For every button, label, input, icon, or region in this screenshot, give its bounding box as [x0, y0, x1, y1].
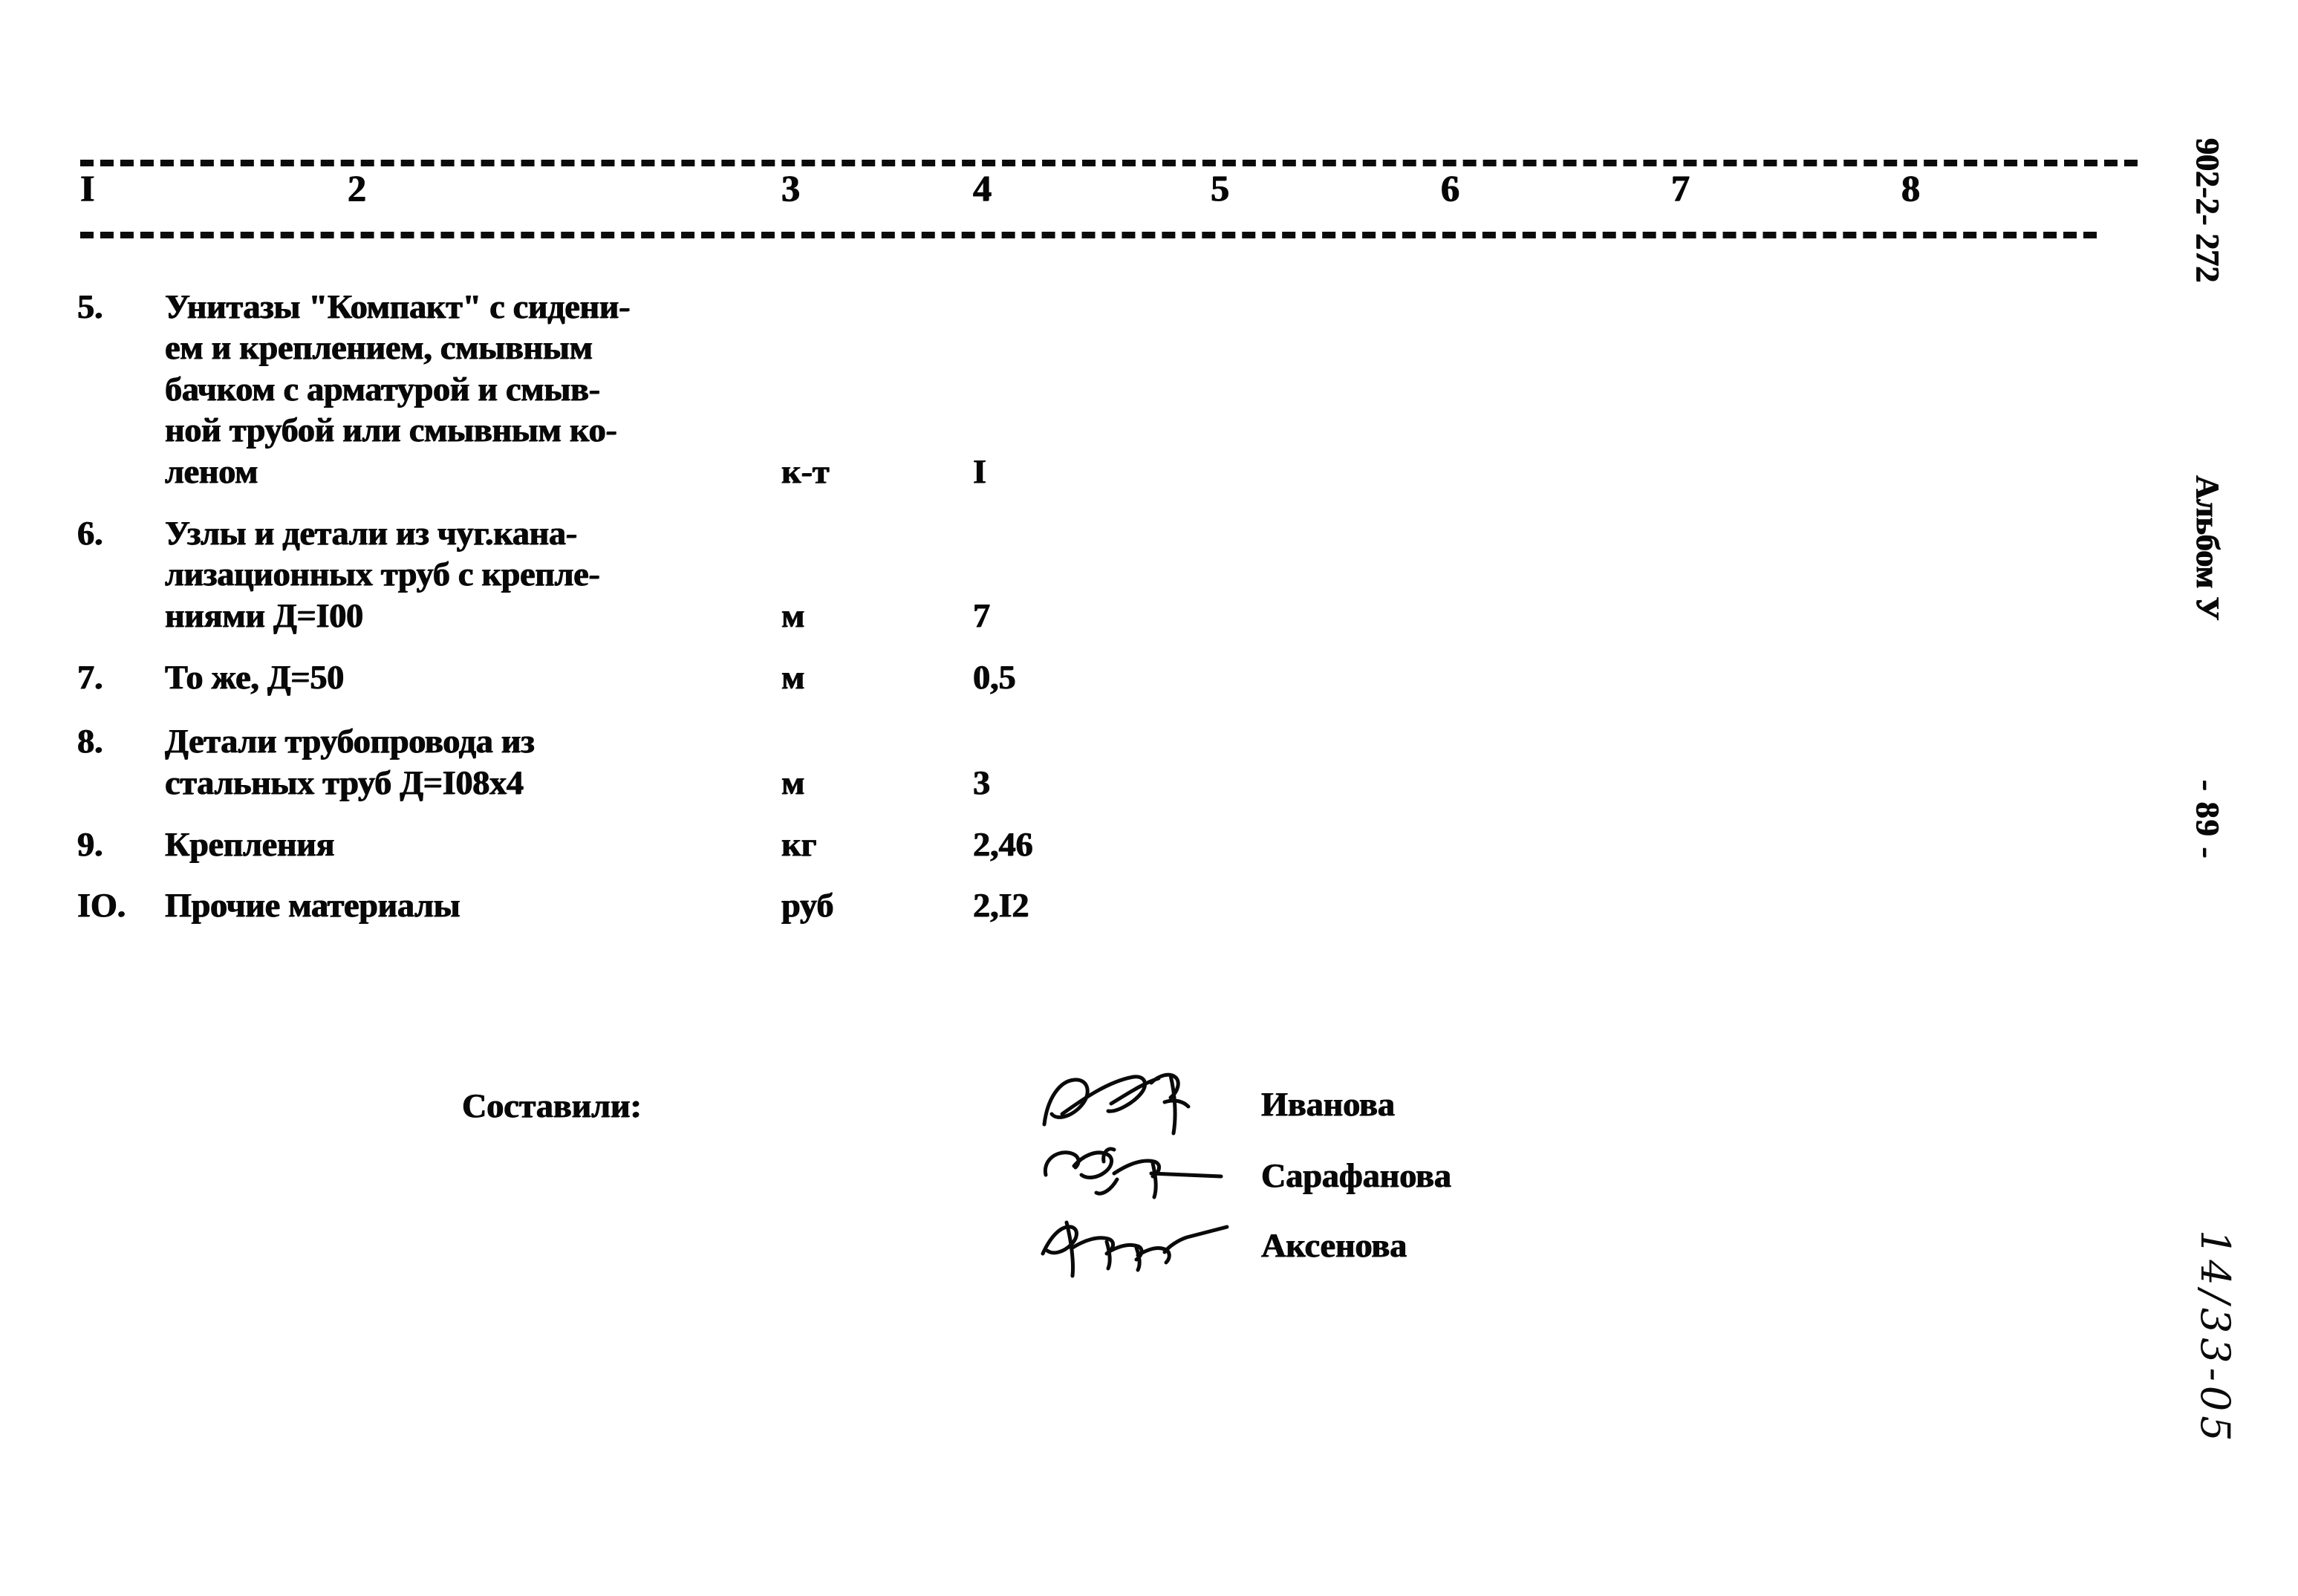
document-page: I 2 3 4 5 6 7 8 5. Унитазы "Компакт" с сидени-ем… — [0, 0, 2298, 1596]
row-description: Прочие материалы — [165, 885, 759, 925]
column-header-1: I — [80, 167, 95, 209]
table-body: 5. Унитазы "Компакт" с сидени-ем и крепле… — [0, 286, 2298, 945]
handwritten-signature-icon — [1025, 1141, 1248, 1212]
signatory-name: Аксенова — [1261, 1226, 1407, 1264]
row-description: Унитазы "Компакт" с сидени-ем и креплени… — [165, 286, 759, 492]
row-description-line: Унитазы "Компакт" с сидени- — [165, 287, 631, 325]
row-description: Узлы и детали из чуг.кана-лизационных тр… — [165, 512, 759, 636]
signature-block-label: Составили: — [462, 1087, 642, 1124]
row-quantity: 2,46 — [973, 824, 1033, 863]
row-quantity: 3 — [973, 763, 990, 801]
margin-album-label: Альбом У — [2190, 475, 2226, 621]
row-description-line: стальных труб Д=I08х4 — [165, 763, 524, 801]
row-quantity: 2,I2 — [973, 885, 1029, 924]
signatory-name: Иванова — [1261, 1085, 1395, 1123]
row-description-line: Прочие материалы — [165, 885, 460, 924]
row-quantity: 7 — [973, 596, 990, 634]
table-row: IO. Прочие материалы руб 2,I2 — [0, 885, 2298, 926]
row-description: То же, Д=50 — [165, 657, 759, 697]
row-description-line: лизационных труб с крепле- — [165, 555, 600, 593]
row-description: Крепления — [165, 824, 759, 864]
row-item-number: 9. — [77, 824, 103, 863]
handwritten-signature-icon — [1025, 1069, 1248, 1141]
row-item-number: 6. — [77, 514, 103, 552]
table-row: 9. Крепления кг 2,46 — [0, 824, 2298, 865]
row-description-line: ной трубой или смывным ко- — [165, 411, 617, 449]
row-unit: м — [781, 658, 805, 697]
row-quantity: I — [973, 452, 986, 490]
column-header-8: 8 — [1901, 167, 1921, 209]
header-rule-bottom — [80, 232, 2097, 238]
header-rule-top — [80, 160, 2138, 166]
row-description-line: ниями Д=I00 — [165, 596, 363, 634]
signature-row: Иванова — [1025, 1072, 1693, 1141]
column-header-5: 5 — [1211, 167, 1230, 209]
table-row: 7. То же, Д=50 м 0,5 — [0, 657, 2298, 698]
row-item-number: IO. — [77, 885, 126, 924]
row-unit: м — [781, 596, 805, 634]
margin-document-code: 902-2- 272 — [2190, 138, 2226, 283]
row-unit: руб — [781, 885, 834, 924]
row-description-line: Узлы и детали из чуг.кана- — [165, 514, 577, 552]
row-description-line: бачком с арматурой и смыв- — [165, 369, 600, 408]
row-quantity: 0,5 — [973, 658, 1016, 697]
row-description-line: леном — [165, 452, 258, 490]
table-column-headers: I 2 3 4 5 6 7 8 — [0, 169, 2298, 230]
signature-row: Сарафанова — [1025, 1145, 1693, 1212]
signatory-name: Сарафанова — [1261, 1156, 1451, 1194]
row-description-line: Детали трубопровода из — [165, 722, 535, 760]
table-row: 8. Детали трубопровода из стальных труб Д=… — [0, 720, 2298, 803]
handwritten-signature-icon — [1025, 1211, 1248, 1282]
row-description-line: ем и креплением, смывным — [165, 328, 593, 367]
row-unit: кг — [781, 824, 817, 863]
row-description-line: Крепления — [165, 824, 335, 863]
table-row: 6. Узлы и детали из чуг.кана-лизационных … — [0, 512, 2298, 636]
signature-block: Составили: Иванова Сарафанова Аксенова — [0, 1069, 2298, 1292]
margin-handwritten-note: 14/33-05 — [2192, 1230, 2239, 1446]
column-header-3: 3 — [781, 167, 801, 209]
signature-row: Аксенова — [1025, 1215, 1693, 1282]
column-header-7: 7 — [1671, 167, 1690, 209]
row-description: Детали трубопровода из стальных труб Д=I0… — [165, 720, 759, 803]
column-header-2: 2 — [348, 167, 367, 209]
row-unit: м — [781, 763, 805, 801]
row-item-number: 5. — [77, 287, 103, 325]
table-row: 5. Унитазы "Компакт" с сидени-ем и крепле… — [0, 286, 2298, 492]
column-header-4: 4 — [973, 167, 992, 209]
row-item-number: 7. — [77, 658, 103, 697]
row-item-number: 8. — [77, 722, 103, 760]
row-description-line: То же, Д=50 — [165, 658, 344, 697]
margin-page-number: - 89 - — [2190, 780, 2226, 860]
row-unit: к-т — [781, 452, 830, 490]
column-header-6: 6 — [1441, 167, 1460, 209]
